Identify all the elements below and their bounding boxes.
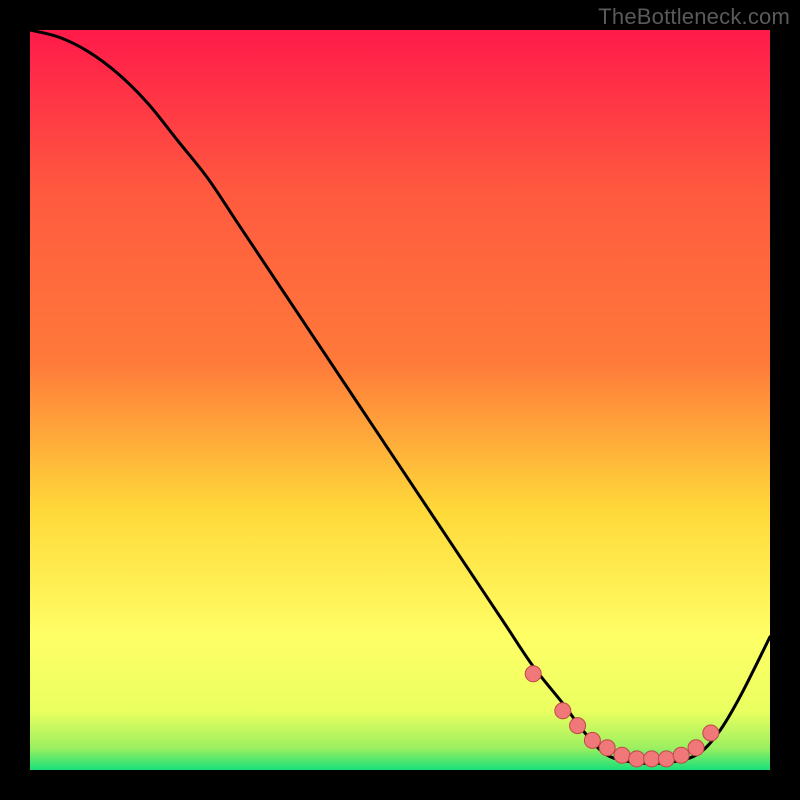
bottleneck-chart (30, 30, 770, 770)
highlight-dot (584, 732, 600, 748)
chart-frame: TheBottleneck.com (0, 0, 800, 800)
highlight-dot (644, 751, 660, 767)
highlight-dot (673, 747, 689, 763)
highlight-dot (688, 740, 704, 756)
watermark-text: TheBottleneck.com (598, 4, 790, 30)
highlight-dot (629, 751, 645, 767)
highlight-dot (525, 666, 541, 682)
highlight-dot (555, 703, 571, 719)
highlight-dot (658, 751, 674, 767)
gradient-background (30, 30, 770, 770)
highlight-dot (614, 747, 630, 763)
highlight-dot (599, 740, 615, 756)
highlight-dot (570, 718, 586, 734)
highlight-dot (703, 725, 719, 741)
